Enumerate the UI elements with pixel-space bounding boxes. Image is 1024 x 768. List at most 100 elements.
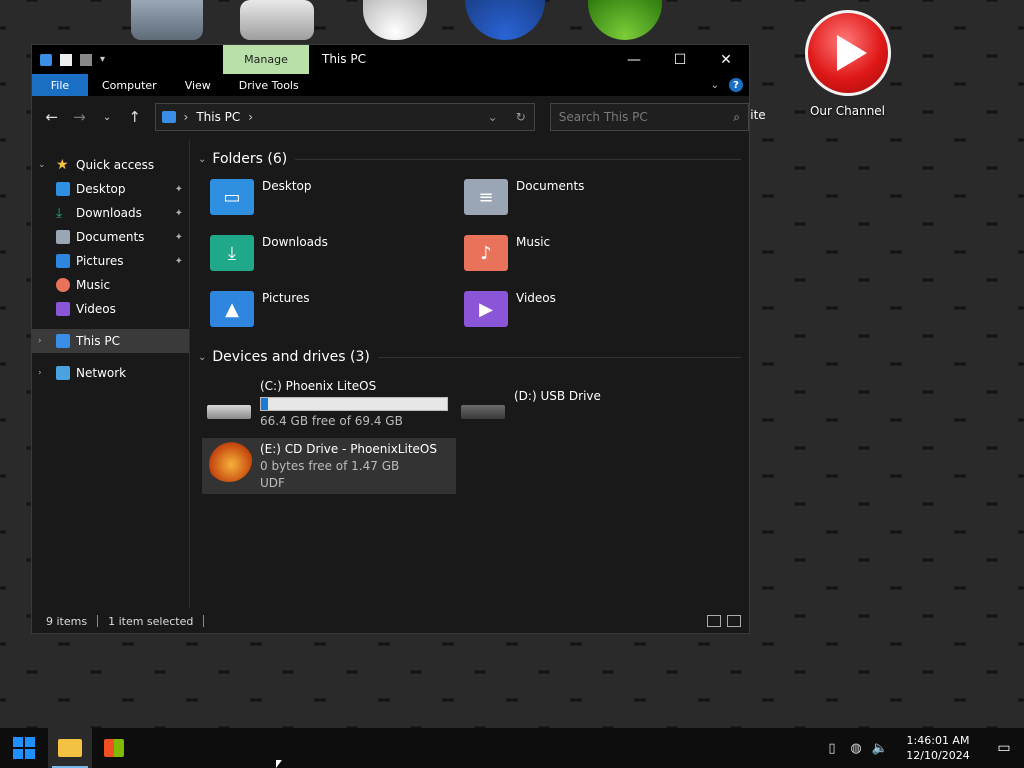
- folder-name: Downloads: [262, 235, 328, 249]
- start-button[interactable]: [0, 728, 48, 768]
- status-item-count: 9 items: [46, 614, 88, 628]
- new-folder-icon[interactable]: [80, 53, 92, 66]
- title-bar[interactable]: ▾ Manage This PC — ☐ ✕: [32, 45, 749, 74]
- computer-icon: [40, 53, 52, 66]
- store-bag-icon: [104, 739, 124, 757]
- pin-icon[interactable]: ✦: [175, 256, 183, 267]
- search-box[interactable]: ⌕: [549, 103, 749, 131]
- game-controller-icon[interactable]: [350, 0, 440, 40]
- sidebar-item-music[interactable]: Music: [32, 273, 189, 297]
- folder-documents[interactable]: ≡ Documents: [464, 179, 718, 221]
- collapse-chevron-icon[interactable]: ⌄: [198, 154, 206, 165]
- help-icon[interactable]: ?: [729, 78, 743, 92]
- breadcrumb-this-pc[interactable]: This PC: [196, 110, 240, 124]
- up-button[interactable]: ↑: [123, 108, 147, 126]
- globe-network-icon[interactable]: ◍: [844, 741, 868, 756]
- navigation-pane: ⌄ ★ Quick access Desktop ✦ ⤓ Downloads ✦…: [32, 139, 190, 609]
- tab-file[interactable]: File: [32, 74, 88, 96]
- status-bar: 9 items 1 item selected: [32, 609, 749, 633]
- documents-folder-icon: ≡: [464, 179, 508, 215]
- tab-manage[interactable]: Manage: [223, 45, 309, 74]
- document-icon: [56, 230, 70, 244]
- network-icon: [56, 366, 70, 380]
- recycle-bin-icon[interactable]: [122, 0, 212, 40]
- drive-name: (C:) Phoenix LiteOS: [260, 379, 377, 393]
- sidebar-item-desktop[interactable]: Desktop ✦: [32, 177, 189, 201]
- maximize-button[interactable]: ☐: [657, 45, 703, 74]
- address-bar[interactable]: › This PC › ⌄ ↻: [154, 103, 535, 131]
- breadcrumb-chevron-icon[interactable]: ›: [248, 110, 253, 124]
- xbox-icon[interactable]: [580, 0, 670, 40]
- folder-desktop[interactable]: ▭ Desktop: [210, 179, 464, 221]
- tab-view[interactable]: View: [171, 74, 225, 96]
- expand-chevron-icon[interactable]: ⌄: [38, 160, 50, 170]
- play-button-icon: [804, 10, 891, 96]
- sidebar-item-videos[interactable]: Videos: [32, 297, 189, 321]
- pin-icon[interactable]: ✦: [175, 208, 183, 219]
- taskbar-store[interactable]: [92, 728, 136, 768]
- desktop-shortcut-our-channel[interactable]: Our Channel: [800, 10, 895, 118]
- usb-tray-icon[interactable]: ▯: [820, 741, 844, 756]
- drives-group-header[interactable]: ⌄ Devices and drives (3): [198, 343, 749, 371]
- sidebar-item-pictures[interactable]: Pictures ✦: [32, 249, 189, 273]
- sidebar-item-label: Pictures: [76, 254, 124, 268]
- search-input[interactable]: [558, 110, 719, 124]
- sidebar-item-documents[interactable]: Documents ✦: [32, 225, 189, 249]
- close-button[interactable]: ✕: [703, 45, 749, 74]
- clock[interactable]: 1:46:01 AM 12/10/2024: [898, 733, 978, 763]
- collapse-chevron-icon[interactable]: ⌄: [198, 352, 206, 363]
- sidebar-item-label: Network: [76, 366, 127, 380]
- folders-group-header[interactable]: ⌄ Folders (6): [198, 145, 749, 173]
- folder-downloads[interactable]: ⤓ Downloads: [210, 235, 464, 277]
- taskbar-file-explorer[interactable]: [48, 728, 92, 768]
- refresh-icon[interactable]: ↻: [516, 110, 526, 124]
- sidebar-item-label: This PC: [76, 334, 120, 348]
- customize-dropdown-icon[interactable]: ▾: [100, 54, 105, 65]
- tab-drive-tools[interactable]: Drive Tools: [225, 74, 313, 96]
- sidebar-item-quick-access[interactable]: ⌄ ★ Quick access: [32, 153, 189, 177]
- properties-icon[interactable]: [60, 53, 72, 66]
- sidebar-item-this-pc[interactable]: › This PC: [32, 329, 189, 353]
- computer-icon: [161, 111, 176, 123]
- drive-d[interactable]: (D:) USB Drive: [456, 375, 710, 432]
- folder-name: Music: [516, 235, 551, 249]
- desktop-folder-icon[interactable]: [232, 0, 322, 40]
- expand-chevron-icon[interactable]: ›: [38, 368, 50, 378]
- expand-ribbon-icon[interactable]: ⌄: [711, 80, 719, 91]
- back-button[interactable]: ←: [40, 108, 64, 126]
- forward-button[interactable]: →: [68, 108, 92, 126]
- taskbar: ▯ ◍ 🔈 1:46:01 AM 12/10/2024 ▭: [0, 728, 1024, 768]
- pin-icon[interactable]: ✦: [175, 232, 183, 243]
- videos-folder-icon: ▶: [464, 291, 508, 327]
- pin-icon[interactable]: ✦: [175, 184, 183, 195]
- phoenix-logo-icon: [206, 438, 252, 482]
- folder-pictures[interactable]: ▲ Pictures: [210, 291, 464, 333]
- address-dropdown-icon[interactable]: ⌄: [488, 110, 498, 124]
- sidebar-item-network[interactable]: › Network: [32, 361, 189, 385]
- system-tray: ▯ ◍ 🔈 1:46:01 AM 12/10/2024 ▭: [820, 728, 1024, 768]
- folder-music[interactable]: ♪ Music: [464, 235, 718, 277]
- volume-muted-icon[interactable]: 🔈: [868, 741, 892, 756]
- drive-c[interactable]: (C:) Phoenix LiteOS 66.4 GB free of 69.4…: [202, 375, 456, 432]
- details-view-icon[interactable]: [707, 615, 721, 627]
- drive-name: (D:) USB Drive: [514, 389, 601, 403]
- folder-name: Pictures: [262, 291, 310, 305]
- tab-computer[interactable]: Computer: [88, 74, 171, 96]
- file-explorer-window: ▾ Manage This PC — ☐ ✕ File Computer Vie…: [31, 44, 750, 634]
- recent-locations-button[interactable]: ⌄: [95, 112, 119, 123]
- steam-icon[interactable]: [460, 0, 550, 40]
- large-icons-view-icon[interactable]: [727, 615, 741, 627]
- folder-videos[interactable]: ▶ Videos: [464, 291, 718, 333]
- window-title: This PC: [322, 52, 366, 66]
- notification-icon[interactable]: ▭: [984, 740, 1024, 756]
- sidebar-item-downloads[interactable]: ⤓ Downloads ✦: [32, 201, 189, 225]
- status-selected-count: 1 item selected: [108, 614, 194, 628]
- expand-chevron-icon[interactable]: ›: [38, 336, 50, 346]
- search-icon[interactable]: ⌕: [733, 110, 740, 125]
- divider: [97, 615, 99, 627]
- desktop-label-our-channel: Our Channel: [809, 104, 886, 118]
- hard-drive-icon: [206, 379, 252, 419]
- sidebar-item-label: Quick access: [76, 158, 155, 172]
- minimize-button[interactable]: —: [611, 45, 657, 74]
- drive-e[interactable]: (E:) CD Drive - PhoenixLiteOS 0 bytes fr…: [202, 438, 456, 494]
